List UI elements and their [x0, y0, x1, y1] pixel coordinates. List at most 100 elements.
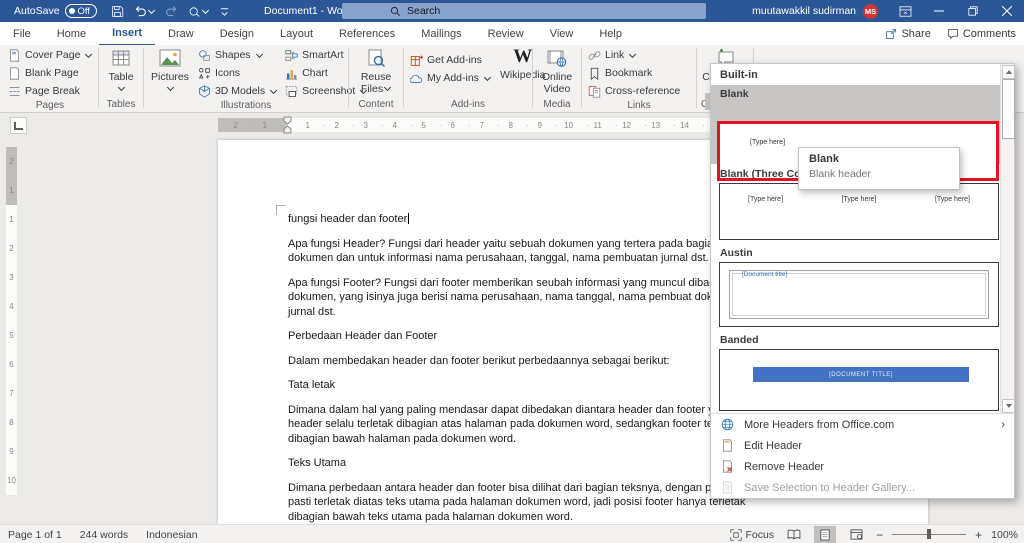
- tooltip: Blank Blank header: [798, 147, 960, 190]
- gallery-scrollbar[interactable]: [1000, 64, 1014, 413]
- read-mode-button[interactable]: [783, 526, 805, 543]
- tab-home[interactable]: Home: [44, 23, 99, 45]
- autosave-label: AutoSave: [14, 5, 60, 17]
- blank-page-button[interactable]: Blank Page: [4, 64, 96, 82]
- ribbon-tab-row: File Home Insert Draw Design Layout Refe…: [0, 22, 1024, 46]
- group-links: Link Bookmark Cross-reference Links: [584, 45, 694, 112]
- share-icon: [885, 28, 897, 40]
- group-media: Online Video Media: [535, 45, 579, 112]
- tooltip-description: Blank header: [799, 167, 959, 181]
- tab-mailings[interactable]: Mailings: [408, 23, 474, 45]
- undo-button[interactable]: [134, 5, 155, 18]
- cover-page-button[interactable]: Cover Page: [4, 46, 96, 64]
- share-button[interactable]: Share: [885, 28, 930, 40]
- online-video-button[interactable]: Online Video: [537, 45, 577, 95]
- doc-line: dibagian bawah teks utama pada halaman d…: [288, 510, 888, 525]
- builtin-heading: Built-in: [720, 69, 758, 81]
- page-break-button[interactable]: Page Break: [4, 82, 96, 100]
- tab-view[interactable]: View: [537, 23, 587, 45]
- tab-file[interactable]: File: [0, 23, 44, 45]
- edit-header-icon: [721, 439, 734, 452]
- comments-button[interactable]: Comments: [947, 28, 1016, 40]
- word-window: AutoSave Off Document1 - Word: [0, 0, 1024, 543]
- group-addins: Get Add-ins My Add-ins W Wikipedia Add-i…: [406, 45, 530, 112]
- menu-save-selection: Save Selection to Header Gallery...: [711, 477, 1014, 498]
- section-banded: Banded: [720, 334, 759, 346]
- table-button[interactable]: Table: [103, 45, 138, 92]
- link-button[interactable]: Link: [584, 46, 684, 64]
- group-illustrations: Pictures Shapes Icons 3D Models: [146, 45, 346, 112]
- tooltip-title: Blank: [799, 148, 959, 167]
- search-input[interactable]: Search: [342, 3, 706, 19]
- section-austin: Austin: [720, 247, 753, 259]
- search-placeholder: Search: [407, 5, 440, 17]
- account-button[interactable]: muutawakkil sudirman MS: [752, 4, 878, 19]
- zoom-level[interactable]: 100%: [991, 529, 1018, 541]
- text-cursor: [408, 213, 409, 224]
- ruler-left-margin[interactable]: 21: [218, 118, 289, 132]
- menu-more-headers[interactable]: More Headers from Office.com ›: [711, 414, 1014, 435]
- globe-icon: [721, 418, 734, 431]
- touch-mouse-mode-button[interactable]: [188, 5, 209, 18]
- zoom-slider-thumb[interactable]: [927, 529, 931, 539]
- document-title: Document1 - Word: [264, 5, 352, 17]
- scrollbar-thumb[interactable]: [1002, 79, 1015, 139]
- search-icon: [390, 6, 401, 17]
- menu-remove-header[interactable]: Remove Header: [711, 456, 1014, 477]
- autosave-knob: [69, 8, 75, 14]
- focus-button[interactable]: Focus: [730, 529, 775, 541]
- wikipedia-icon: W: [513, 48, 532, 66]
- save-icon[interactable]: [111, 5, 124, 18]
- indent-markers[interactable]: [283, 116, 292, 134]
- ribbon-display-options-button[interactable]: [888, 0, 922, 22]
- word-count[interactable]: 244 words: [80, 529, 128, 541]
- bookmark-button[interactable]: Bookmark: [584, 64, 684, 82]
- group-content: Reuse Files Content: [351, 45, 401, 112]
- minimize-button[interactable]: [922, 0, 956, 22]
- shapes-button[interactable]: Shapes: [194, 46, 281, 64]
- pictures-icon: [159, 48, 181, 68]
- language-indicator[interactable]: Indonesian: [146, 529, 197, 541]
- tab-insert[interactable]: Insert: [99, 22, 155, 46]
- pictures-button[interactable]: Pictures: [146, 45, 194, 92]
- tab-design[interactable]: Design: [207, 23, 267, 45]
- restore-button[interactable]: [956, 0, 990, 22]
- header-gallery-dropdown: Built-in Blank [Type here] Blank (Three …: [710, 63, 1015, 499]
- tab-selector[interactable]: [10, 117, 27, 134]
- tab-references[interactable]: References: [326, 23, 408, 45]
- tab-review[interactable]: Review: [475, 23, 537, 45]
- header-option-banded[interactable]: [DOCUMENT TITLE]: [719, 349, 999, 411]
- icons-button[interactable]: Icons: [194, 64, 281, 82]
- tab-draw[interactable]: Draw: [155, 23, 207, 45]
- group-pages: Cover Page Blank Page Page Break Pages: [4, 45, 96, 112]
- my-addins-button[interactable]: My Add-ins: [406, 69, 495, 87]
- focus-icon: [730, 529, 742, 541]
- print-layout-button[interactable]: [814, 526, 836, 543]
- zoom-slider[interactable]: [892, 534, 966, 535]
- page-indicator[interactable]: Page 1 of 1: [8, 529, 62, 541]
- zoom-in-button[interactable]: +: [975, 528, 982, 542]
- quick-access-toolbar: [111, 5, 230, 18]
- close-button[interactable]: [990, 0, 1024, 22]
- scroll-down-icon[interactable]: [1002, 399, 1015, 413]
- submenu-chevron-icon: ›: [1001, 419, 1005, 431]
- scroll-up-icon[interactable]: [1002, 65, 1015, 79]
- 3d-models-button[interactable]: 3D Models: [194, 82, 281, 100]
- remove-header-icon: [721, 460, 734, 473]
- header-option-three-columns[interactable]: [Type here] [Type here] [Type here]: [719, 183, 999, 240]
- vertical-ruler[interactable]: 21 12345678910: [6, 147, 17, 524]
- zoom-out-button[interactable]: −: [876, 528, 883, 542]
- menu-edit-header[interactable]: Edit Header: [711, 435, 1014, 456]
- margin-mark: [276, 205, 286, 215]
- tab-help[interactable]: Help: [586, 23, 635, 45]
- user-name: muutawakkil sudirman: [752, 5, 856, 17]
- autosave-toggle[interactable]: AutoSave Off: [14, 4, 97, 18]
- web-layout-button[interactable]: [845, 526, 867, 543]
- header-option-austin[interactable]: [Document title]: [719, 262, 999, 327]
- status-bar: Page 1 of 1 244 words Indonesian Focus −…: [0, 524, 1024, 543]
- get-addins-button[interactable]: Get Add-ins: [406, 51, 495, 69]
- customize-qat-button[interactable]: [219, 5, 230, 18]
- tab-layout[interactable]: Layout: [267, 23, 326, 45]
- comments-icon: [947, 28, 959, 40]
- cross-reference-button[interactable]: Cross-reference: [584, 82, 684, 100]
